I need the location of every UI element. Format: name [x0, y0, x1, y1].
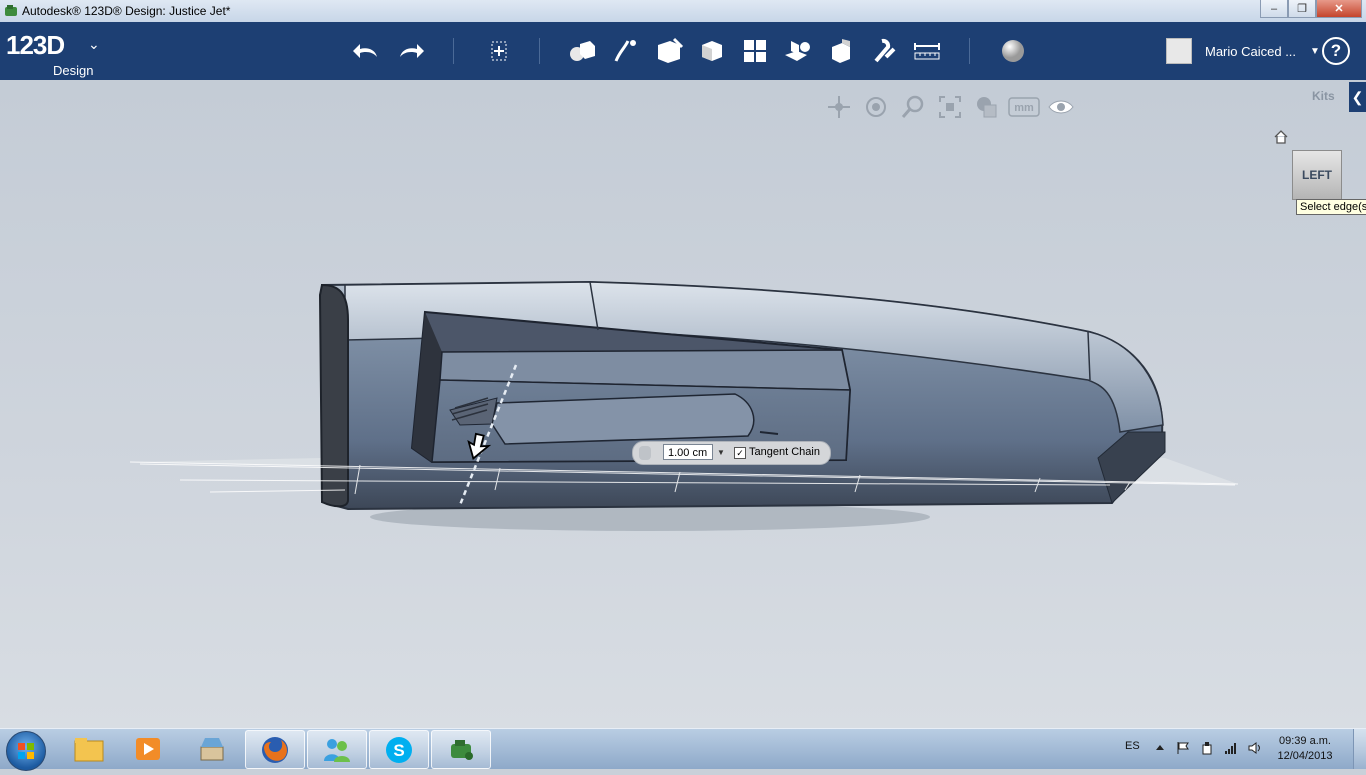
store-icon: [200, 737, 224, 760]
eye-icon[interactable]: [1042, 92, 1079, 122]
taskbar-skype[interactable]: S: [369, 730, 429, 769]
clock-time: 09:39 a.m.: [1279, 735, 1331, 747]
user-menu[interactable]: Mario Caiced ... ▼: [1166, 38, 1320, 64]
tangent-chain-label: Tangent Chain: [749, 446, 820, 458]
clock-date: 12/04/2013: [1277, 750, 1333, 762]
drag-handle[interactable]: [639, 446, 651, 460]
toolbar-separator: [453, 38, 454, 64]
tooltip: Select edge(s): [1296, 199, 1366, 215]
construct-icon[interactable]: [652, 34, 686, 68]
combine-icon[interactable]: [824, 34, 858, 68]
firefox-icon: [262, 736, 288, 763]
app-menu-logo[interactable]: 123D ⌄ Design: [6, 30, 100, 78]
taskbar: S ES 09:39 a.m. 12/04/2013: [0, 728, 1366, 771]
tangent-chain-checkbox[interactable]: ✓: [734, 447, 746, 459]
3d-viewport[interactable]: mm Kits ❮ LEFT Select edge(s) 1.00 cm ▼ …: [0, 80, 1366, 728]
folder-icon: [74, 737, 104, 761]
redo-icon[interactable]: [393, 34, 427, 68]
cursor-arrow-icon: [467, 432, 492, 461]
chevron-down-icon[interactable]: ▼: [715, 445, 727, 461]
window-title: Autodesk® 123D® Design: Justice Jet*: [22, 4, 231, 18]
user-name: Mario Caiced ...: [1205, 43, 1297, 59]
skype-icon: S: [386, 736, 412, 763]
usb-device-icon[interactable]: [1200, 741, 1214, 755]
kits-label[interactable]: Kits: [1312, 89, 1335, 103]
volume-icon[interactable]: [1248, 741, 1262, 755]
logo-subtext: Design: [53, 63, 94, 78]
messenger-icon: [324, 738, 350, 762]
fillet-distance-popup: 1.00 cm ▼ ✓ Tangent Chain: [632, 441, 831, 465]
navigation-bar: mm: [820, 92, 1079, 122]
close-button[interactable]: ✕: [1316, 0, 1362, 18]
viewcube-face-label: LEFT: [1302, 168, 1332, 182]
fillet-distance-input[interactable]: 1.00 cm: [663, 444, 713, 460]
fit-icon[interactable]: [931, 92, 968, 122]
view-style-icon[interactable]: [968, 92, 1005, 122]
help-button[interactable]: ?: [1322, 37, 1350, 65]
undo-icon[interactable]: [350, 34, 384, 68]
measure-icon[interactable]: [910, 34, 944, 68]
units-label: mm: [1014, 102, 1034, 114]
avatar: [1166, 38, 1192, 64]
system-clock[interactable]: 09:39 a.m. 12/04/2013: [1276, 734, 1334, 764]
signal-icon[interactable]: [1224, 741, 1238, 755]
start-button[interactable]: [6, 731, 46, 771]
logo-text: 123D: [6, 30, 65, 60]
transform-icon[interactable]: [482, 34, 516, 68]
group-icon[interactable]: [781, 34, 815, 68]
toolbar-separator: [539, 38, 540, 64]
pan-icon[interactable]: [820, 92, 857, 122]
window-titlebar: Autodesk® 123D® Design: Justice Jet* – ❐…: [0, 0, 1366, 23]
taskbar-explorer[interactable]: [60, 730, 118, 767]
toolbar-separator: [969, 38, 970, 64]
sketch-icon[interactable]: [609, 34, 643, 68]
zoom-icon[interactable]: [894, 92, 931, 122]
chevron-up-icon[interactable]: [1153, 741, 1167, 755]
snap-icon[interactable]: [867, 34, 901, 68]
primitives-icon[interactable]: [565, 34, 599, 68]
home-icon[interactable]: [1274, 130, 1288, 144]
chevron-down-icon: ▼: [1310, 45, 1320, 57]
chevron-down-icon: ⌄: [88, 36, 100, 52]
units-icon[interactable]: mm: [1005, 92, 1042, 122]
material-icon[interactable]: [996, 34, 1030, 68]
svg-text:S: S: [393, 741, 404, 760]
maximize-button[interactable]: ❐: [1288, 0, 1316, 18]
viewcube[interactable]: LEFT: [1292, 150, 1342, 200]
show-desktop-button[interactable]: [1353, 729, 1366, 769]
kits-toggle-button[interactable]: ❮: [1349, 82, 1366, 112]
language-indicator[interactable]: ES: [1125, 740, 1140, 752]
pattern-icon[interactable]: [738, 34, 772, 68]
media-player-icon: [136, 737, 160, 760]
jet-model[interactable]: [0, 80, 1366, 728]
orbit-icon[interactable]: [857, 92, 894, 122]
flag-icon[interactable]: [1176, 741, 1190, 755]
taskbar-media-player[interactable]: [119, 730, 177, 767]
123d-design-icon: [451, 739, 473, 760]
taskbar-app-store[interactable]: [183, 730, 241, 767]
taskbar-messenger[interactable]: [307, 730, 367, 769]
windows-logo-icon: [18, 743, 34, 759]
taskbar-123d-design[interactable]: [431, 730, 491, 769]
app-toolbar: 123D ⌄ Design Mario Caiced ... ▼ ?: [0, 22, 1366, 80]
app-icon: [5, 5, 17, 16]
minimize-button[interactable]: –: [1260, 0, 1288, 18]
modify-icon[interactable]: [695, 34, 729, 68]
taskbar-firefox[interactable]: [245, 730, 305, 769]
